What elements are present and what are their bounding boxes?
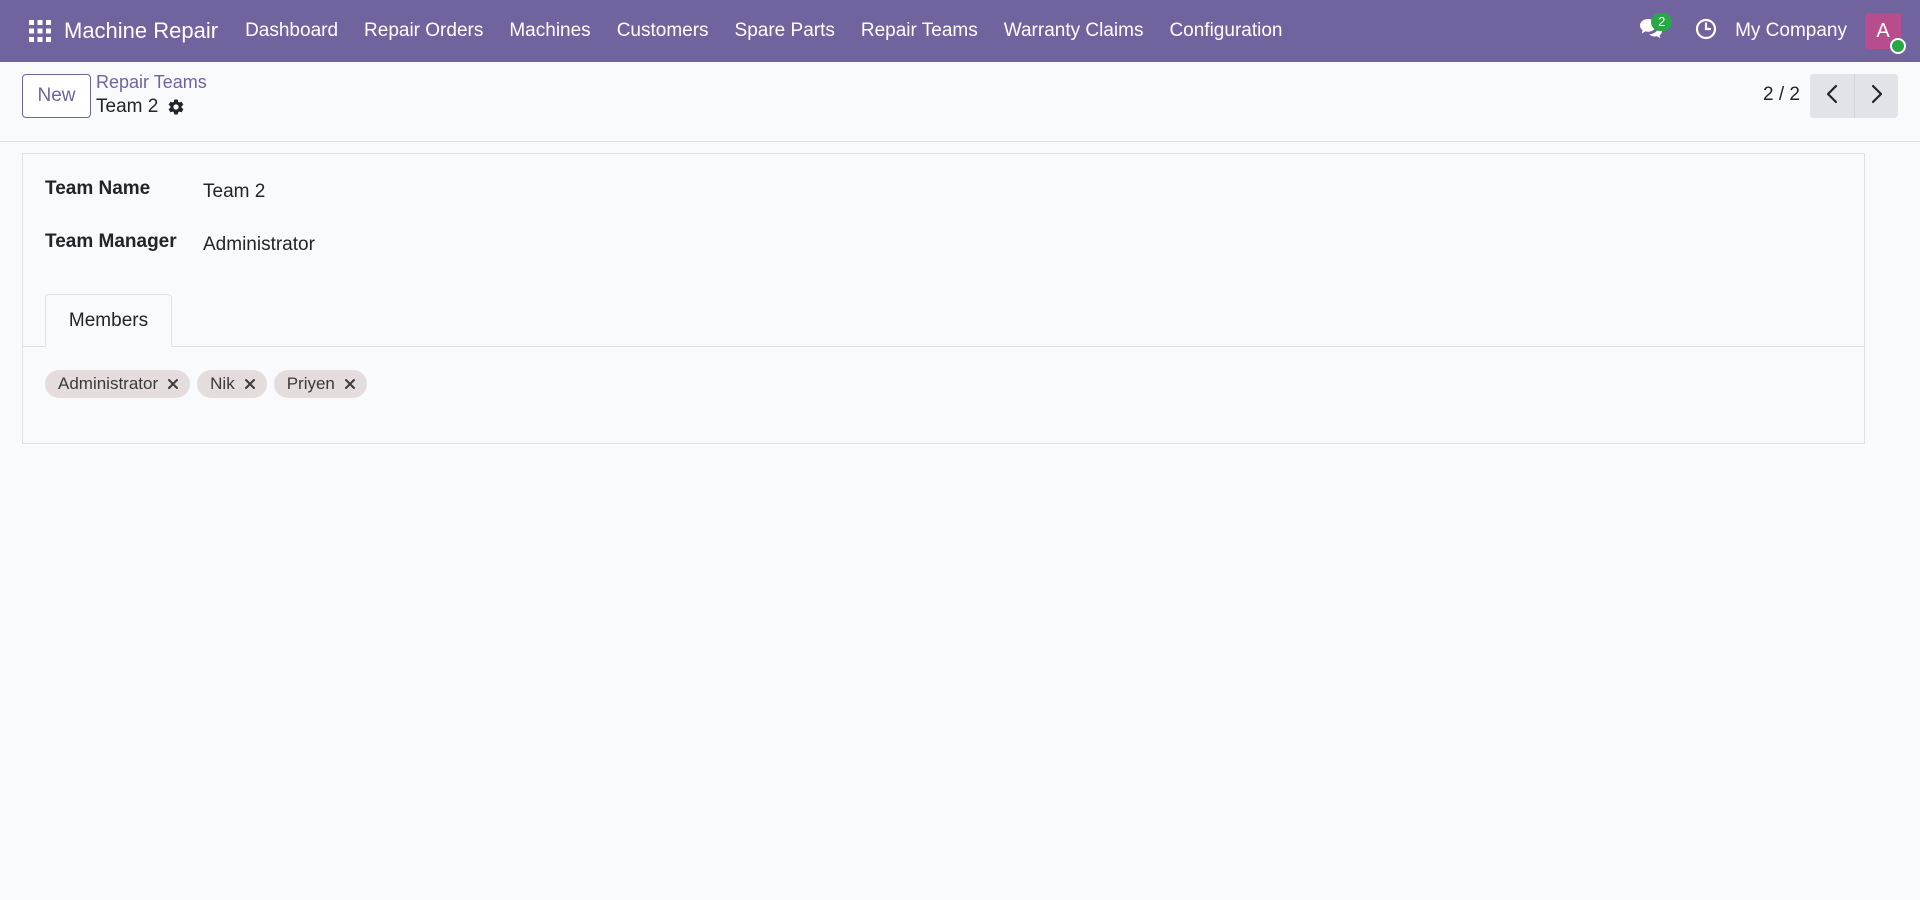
record-title: Team 2 <box>96 96 159 117</box>
menu-item-repair-teams[interactable]: Repair Teams <box>848 20 991 42</box>
team-name-field[interactable]: Team 2 <box>203 181 265 203</box>
navbar-systray: 2 My Company A <box>1631 0 1920 62</box>
chat-count-badge: 2 <box>1651 13 1673 31</box>
chevron-left-icon <box>1825 84 1839 109</box>
clock-icon <box>1695 18 1717 45</box>
close-icon[interactable] <box>166 377 180 391</box>
member-tag: Administrator <box>45 370 191 398</box>
control-panel: New Repair Teams Team 2 2 / 2 <box>0 62 1920 142</box>
menu-item-customers[interactable]: Customers <box>604 20 722 42</box>
pager-previous-button[interactable] <box>1810 74 1854 118</box>
member-tag: Nik <box>197 370 267 398</box>
menu-item-spare-parts[interactable]: Spare Parts <box>722 20 848 42</box>
pager-next-button[interactable] <box>1854 74 1898 118</box>
member-tag: Priyen <box>273 370 367 398</box>
online-status-indicator <box>1890 38 1906 54</box>
breadcrumb-repair-teams[interactable]: Repair Teams <box>96 72 207 93</box>
pager-value[interactable]: 2 / 2 <box>1763 84 1800 106</box>
team-manager-field[interactable]: Administrator <box>203 234 315 256</box>
menu-item-dashboard[interactable]: Dashboard <box>232 20 351 42</box>
chat-button[interactable]: 2 <box>1631 11 1673 51</box>
menu-item-repair-orders[interactable]: Repair Orders <box>351 20 496 42</box>
gear-icon[interactable] <box>166 97 186 117</box>
menu-item-machines[interactable]: Machines <box>496 20 603 42</box>
new-button[interactable]: New <box>22 74 91 118</box>
main-menu: Dashboard Repair Orders Machines Custome… <box>232 20 1295 42</box>
app-brand[interactable]: Machine Repair <box>64 18 218 44</box>
team-manager-label: Team Manager <box>45 231 177 252</box>
top-navbar: Machine Repair Dashboard Repair Orders M… <box>0 0 1920 62</box>
member-tag-label: Administrator <box>58 374 159 393</box>
apps-grid-icon[interactable] <box>16 0 64 62</box>
form-sheet: Team Name Team 2 Team Manager Administra… <box>22 153 1865 444</box>
close-icon[interactable] <box>243 377 257 391</box>
avatar[interactable]: A <box>1865 13 1906 54</box>
avatar-initial: A <box>1876 19 1890 42</box>
team-name-label: Team Name <box>45 178 151 199</box>
chevron-right-icon <box>1870 84 1884 109</box>
activity-button[interactable] <box>1691 11 1721 51</box>
menu-item-configuration[interactable]: Configuration <box>1156 20 1295 42</box>
tab-members[interactable]: Members <box>45 294 172 347</box>
tabs-divider <box>23 346 1864 347</box>
menu-item-warranty-claims[interactable]: Warranty Claims <box>991 20 1157 42</box>
company-switcher[interactable]: My Company <box>1735 20 1847 42</box>
member-tag-label: Nik <box>210 374 235 393</box>
member-tag-label: Priyen <box>286 374 335 393</box>
close-icon[interactable] <box>343 377 357 391</box>
members-tags: Administrator Nik Priyen <box>45 370 367 398</box>
breadcrumb-current: Team 2 <box>96 96 186 118</box>
